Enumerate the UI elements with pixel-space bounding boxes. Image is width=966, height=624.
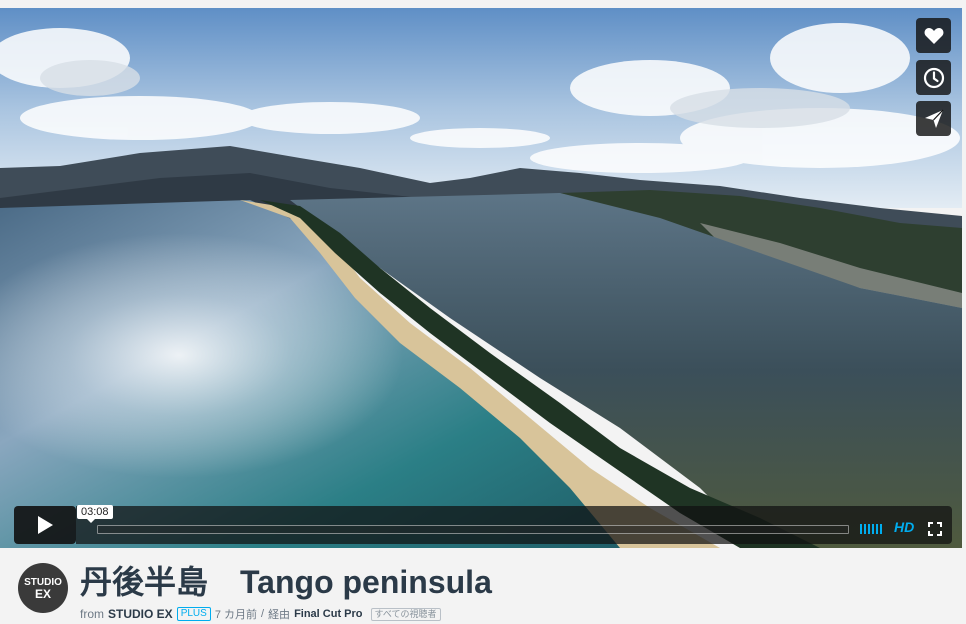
play-icon bbox=[38, 516, 53, 534]
avatar-line2: EX bbox=[34, 587, 51, 601]
fullscreen-button[interactable] bbox=[928, 522, 942, 541]
play-button[interactable] bbox=[14, 506, 76, 544]
via-label: 経由 bbox=[268, 609, 291, 621]
byline: from STUDIO EX PLUS 7 カ月前 / 経由 Final Cut… bbox=[80, 606, 441, 622]
current-time: 03:08 bbox=[77, 505, 113, 523]
author-link[interactable]: STUDIO EX bbox=[108, 607, 173, 621]
watch-later-button[interactable] bbox=[916, 60, 951, 95]
via-app-link[interactable]: Final Cut Pro bbox=[294, 608, 362, 620]
upload-age: 7 カ月前 bbox=[214, 609, 257, 621]
separator: / bbox=[261, 608, 265, 620]
like-button[interactable] bbox=[916, 18, 951, 53]
plus-badge[interactable]: PLUS bbox=[176, 607, 211, 621]
audience-badge: すべての視聴者 bbox=[370, 607, 441, 621]
send-icon bbox=[924, 109, 943, 128]
volume-control[interactable] bbox=[860, 524, 882, 534]
clock-icon bbox=[923, 67, 944, 88]
video-frame bbox=[0, 8, 962, 548]
progress-bar[interactable] bbox=[97, 525, 849, 534]
video-info: STUDIO EX 丹後半島 Tango peninsula from STUD… bbox=[0, 548, 966, 624]
video-player[interactable]: 03:08 HD bbox=[0, 8, 962, 548]
heart-icon bbox=[924, 27, 943, 44]
player-controls: 03:08 HD bbox=[14, 505, 952, 544]
video-title: 丹後半島 Tango peninsula bbox=[80, 564, 492, 600]
hd-toggle[interactable]: HD bbox=[894, 519, 914, 535]
avatar[interactable]: STUDIO EX bbox=[18, 563, 68, 613]
fullscreen-icon bbox=[928, 522, 942, 536]
from-label: from bbox=[80, 607, 104, 621]
share-button[interactable] bbox=[916, 101, 951, 136]
